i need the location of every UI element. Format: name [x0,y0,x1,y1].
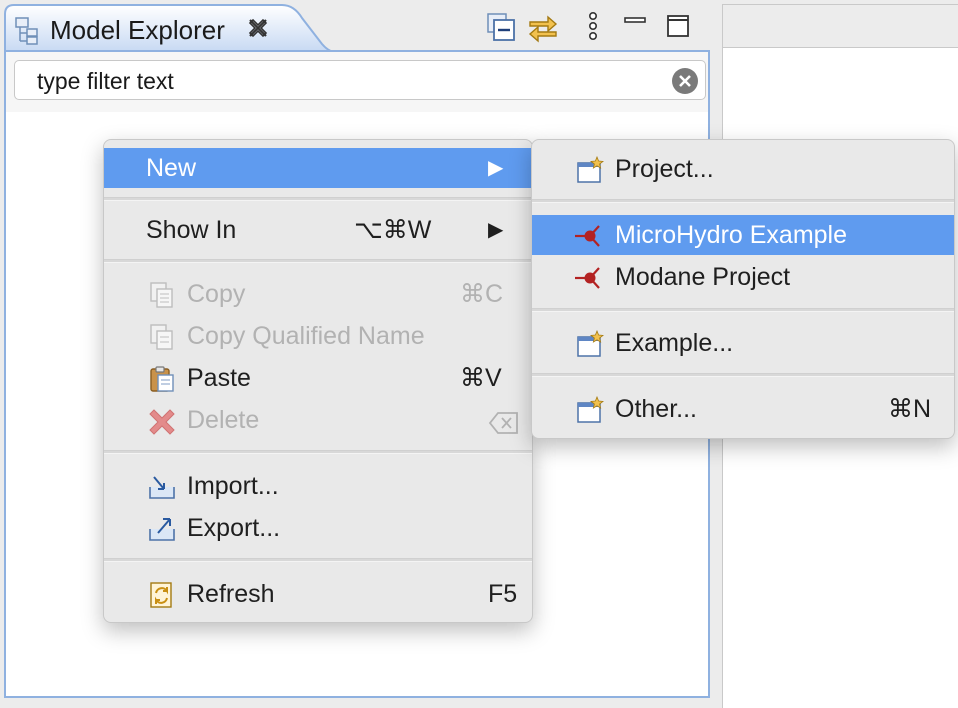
copy-qualified-name-icon [148,323,176,351]
menu-item-copy-qualified-name[interactable]: Copy Qualified Name [104,316,532,356]
model-explorer-icon [14,16,44,51]
clear-filter-icon[interactable] [671,67,699,100]
menu-item-label: Delete [187,406,260,434]
menu-item-new[interactable]: New ▶ [104,148,532,188]
context-menu: New ▶ Show In ⌥⌘W ▶ Copy ⌘C Copy Qualifi… [103,139,533,623]
menu-item-label: Example... [615,329,734,357]
menu-item-delete[interactable]: Delete [104,400,532,440]
submenu-item-microhydro-example[interactable]: MicroHydro Example [532,215,954,255]
menu-item-shortcut: ⌘V [460,364,502,392]
menu-item-label: Export... [187,514,281,542]
menu-item-show-in[interactable]: Show In ⌥⌘W ▶ [104,210,532,250]
submenu-arrow-icon: ▶ [488,157,504,179]
menu-item-label: Project... [615,155,714,183]
submenu-arrow-icon: ▶ [488,219,504,241]
submenu-item-example[interactable]: Example... [532,323,954,363]
menu-item-label: Paste [187,364,251,392]
link-with-editor-icon[interactable] [526,10,560,44]
filter-placeholder: type filter text [37,68,174,94]
filter-input[interactable]: type filter text [14,60,706,100]
modane-icon [572,222,600,250]
menu-item-label: Import... [187,472,279,500]
tab-title: Model Explorer [50,15,225,45]
menu-item-label: Modane Project [615,263,791,291]
filter-bar: type filter text [6,52,708,112]
new-submenu: Project... MicroHydro Example Modane Pro… [531,139,955,439]
maximize-icon[interactable] [662,10,696,44]
model-explorer-tab[interactable]: Model Explorer [4,4,334,52]
refresh-icon [148,581,176,609]
import-icon [148,473,176,501]
menu-item-label: MicroHydro Example [615,221,848,249]
paste-icon [148,365,176,393]
menu-item-label: Copy [187,280,246,308]
menu-item-label: Copy Qualified Name [187,322,425,350]
export-icon [148,515,176,543]
menu-item-label: Other... [615,395,697,423]
menu-item-refresh[interactable]: Refresh F5 [104,574,532,614]
menu-item-label: Refresh [187,580,275,608]
menu-separator [104,259,532,263]
submenu-item-other[interactable]: Other... ⌘N [532,389,954,429]
menu-separator [104,450,532,454]
new-wizard-icon [576,155,605,184]
delete-icon [148,407,176,435]
copy-icon [148,281,176,309]
menu-item-label: Show In [146,216,237,244]
collapse-all-icon[interactable] [484,10,518,44]
modane-icon [572,264,600,292]
menu-item-copy[interactable]: Copy ⌘C [104,274,532,314]
minimize-icon[interactable] [618,10,652,44]
view-menu-icon[interactable] [576,10,610,44]
menu-separator [104,558,532,562]
menu-separator [532,199,954,203]
menu-item-shortcut: ⌥⌘W [354,216,432,244]
menu-item-label: New [146,154,197,182]
menu-item-shortcut: ⌘C [460,280,504,308]
submenu-item-project[interactable]: Project... [532,149,954,189]
close-icon[interactable] [246,16,270,45]
menu-item-paste[interactable]: Paste ⌘V [104,358,532,398]
menu-item-import[interactable]: Import... [104,466,532,506]
menu-separator [532,373,954,377]
new-wizard-icon [576,395,605,424]
delete-key-icon [488,408,518,436]
menu-item-export[interactable]: Export... [104,508,532,548]
menu-item-shortcut: ⌘N [888,395,932,423]
submenu-item-modane-project[interactable]: Modane Project [532,257,954,297]
new-wizard-icon [576,329,605,358]
menu-separator [532,308,954,312]
menu-separator [104,197,532,201]
menu-item-shortcut: F5 [488,580,518,608]
editor-tab-bar [723,4,958,48]
